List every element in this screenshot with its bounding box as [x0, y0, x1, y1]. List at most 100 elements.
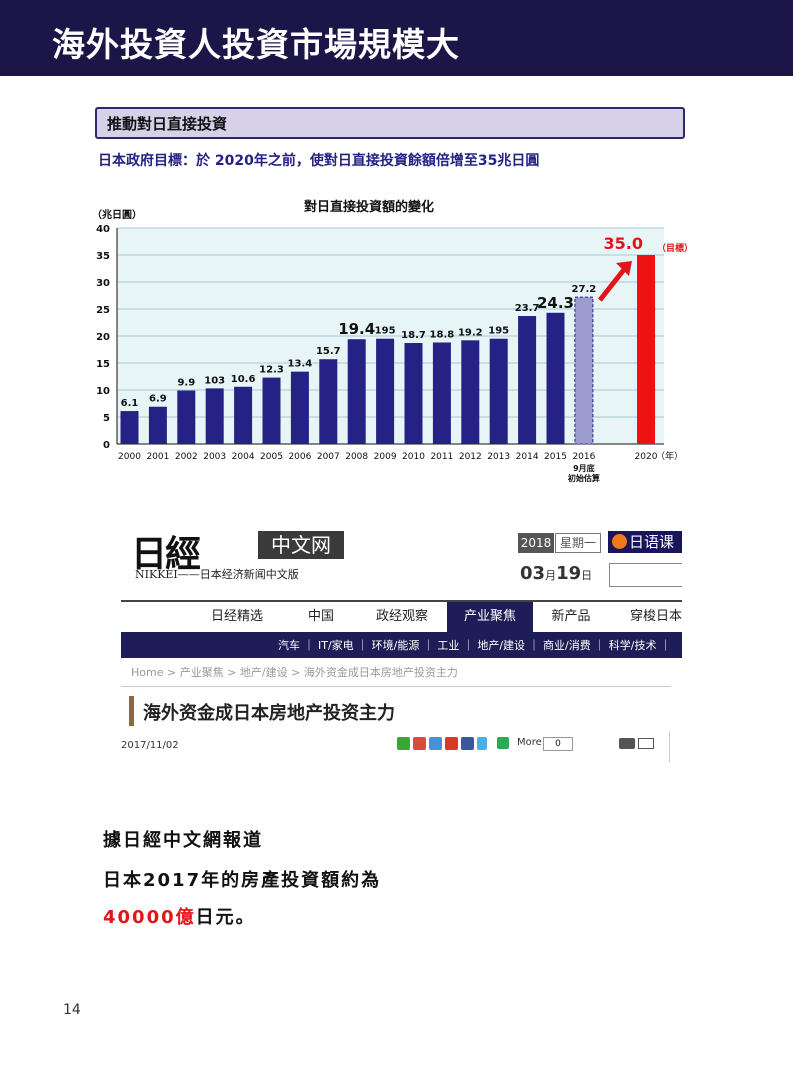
- x-tick-label: 2003: [203, 452, 226, 462]
- investment-amount: 40000億: [103, 907, 196, 928]
- x-tick-label: 2002: [175, 452, 198, 462]
- x-tick-label: 2013: [487, 452, 510, 462]
- bar: [148, 406, 167, 444]
- article-date: 2017/11/02: [121, 740, 179, 751]
- sub-nav-items[interactable]: 汽车 ｜ IT/家电 ｜ 环境/能源 ｜ 工业 ｜ 地产/建设 ｜ 商业/消费 …: [278, 637, 671, 653]
- more-label[interactable]: More: [501, 737, 542, 748]
- y-tick-label: 40: [96, 224, 110, 235]
- japanese-lesson-button[interactable]: 日语课: [608, 531, 682, 553]
- estimate-note: 9月底: [573, 463, 595, 473]
- x-tick-label: 2006: [288, 452, 311, 462]
- y-tick-label: 30: [96, 278, 110, 289]
- facebook-icon[interactable]: [461, 737, 474, 750]
- data-label: 195: [375, 326, 396, 337]
- x-tick-label: 2011: [430, 452, 453, 462]
- y-tick-label: 20: [96, 332, 110, 343]
- data-label: 6.1: [121, 398, 139, 409]
- body-line-3: 40000億日元。: [103, 903, 256, 929]
- nikkei-logo-box[interactable]: 中文网: [258, 531, 344, 559]
- x-tick-label: 2009: [374, 452, 397, 462]
- currency-text: 日元。: [195, 907, 256, 928]
- data-label: 18.7: [401, 330, 426, 341]
- y-tick-label: 5: [103, 413, 110, 424]
- bar: [234, 386, 253, 444]
- bar: [376, 338, 395, 444]
- x-tick-label: 2016: [572, 452, 595, 462]
- date-day-unit: 日: [581, 569, 593, 582]
- data-label: 6.9: [149, 394, 167, 405]
- page-title: 海外投資人投資市場規模大: [52, 25, 460, 64]
- data-label: 12.3: [259, 365, 284, 376]
- twitter-icon[interactable]: [477, 737, 487, 750]
- divider: [121, 686, 671, 687]
- data-label: 24.3: [537, 294, 574, 312]
- data-label: 9.9: [177, 378, 195, 389]
- vertical-divider: [669, 731, 670, 762]
- current-date: 03月19日: [520, 563, 592, 584]
- nikkei-subtitle: NIKKEI——日本经济新闻中文版: [135, 568, 299, 581]
- bar: [262, 377, 281, 444]
- nav-item-selected[interactable]: 日经精选: [206, 602, 268, 632]
- x-tick-label: 2007: [317, 452, 340, 462]
- year-badge: 2018: [518, 533, 554, 553]
- lesson-icon: [612, 534, 627, 549]
- article-title: 海外资金成日本房地产投资主力: [143, 703, 395, 724]
- x-tick-label: 2008: [345, 452, 368, 462]
- x-tick-label: 2014: [516, 452, 539, 462]
- data-label: 103: [204, 375, 225, 386]
- bar: [518, 316, 537, 444]
- weibo-icon[interactable]: [413, 737, 426, 750]
- x-tick-label: 2000: [118, 452, 141, 462]
- data-label: 18.8: [430, 329, 455, 340]
- page-header: 海外投資人投資市場規模大: [0, 0, 793, 76]
- bar: [546, 312, 565, 444]
- more-text: More: [517, 737, 542, 748]
- body-line-1: 據日經中文網報道: [103, 830, 263, 851]
- x-tick-label: 2020: [635, 452, 658, 462]
- wechat-icon[interactable]: [397, 737, 410, 750]
- nav-item-industry[interactable]: 产业聚焦: [447, 602, 533, 632]
- y-tick-label: 25: [96, 305, 110, 316]
- date-month: 03: [520, 563, 546, 584]
- bar: [574, 296, 594, 445]
- date-month-unit: 月: [545, 569, 557, 582]
- qzone-icon[interactable]: [429, 737, 442, 750]
- mail-icon[interactable]: [638, 738, 654, 749]
- data-label: 10.6: [231, 374, 256, 385]
- bar: [461, 340, 480, 444]
- search-input[interactable]: [609, 563, 682, 587]
- y-tick-label: 0: [103, 440, 110, 451]
- x-tick-label: 2004: [232, 452, 255, 462]
- print-icon[interactable]: [619, 738, 635, 749]
- page-number: 14: [63, 1002, 81, 1018]
- y-tick-label: 15: [96, 359, 110, 370]
- data-label: 27.2: [572, 284, 597, 295]
- x-axis-unit: （年）: [656, 450, 683, 462]
- y-tick-label: 35: [96, 251, 110, 262]
- nav-item-china[interactable]: 中国: [296, 602, 346, 632]
- nav-item-japan[interactable]: 穿梭日本: [621, 602, 682, 632]
- weekday-badge: 星期一: [555, 533, 601, 553]
- x-tick-label: 2012: [459, 452, 482, 462]
- breadcrumb[interactable]: Home > 产业聚焦 > 地产/建设 > 海外资金成日本房地产投资主力: [131, 664, 458, 680]
- google-plus-icon[interactable]: [445, 737, 458, 750]
- y-tick-label: 10: [96, 386, 110, 397]
- nav-item-politics[interactable]: 政经观察: [369, 602, 435, 632]
- bar: [120, 411, 139, 444]
- body-line-2: 日本2017年的房產投資額約為: [103, 870, 382, 891]
- bar: [347, 339, 366, 444]
- share-count: 0: [543, 737, 573, 751]
- japanese-lesson-label: 日语课: [629, 533, 675, 551]
- x-tick-label: 2005: [260, 452, 283, 462]
- main-nav: 日经精选 中国 政经观察 产业聚焦 新产品 穿梭日本: [121, 602, 682, 632]
- x-tick-label: 2001: [146, 452, 169, 462]
- bar: [205, 388, 224, 444]
- nav-item-new-products[interactable]: 新产品: [541, 602, 601, 632]
- data-label: 15.7: [316, 346, 341, 357]
- bar-chart: 0 5 10 15 20 25 30 35 40 6.1 2000 6.9 2001 9.9 2002 103…: [96, 224, 693, 483]
- data-label: 35.0: [604, 234, 643, 253]
- title-accent: [129, 696, 134, 726]
- date-day: 19: [556, 563, 582, 584]
- bar: [489, 338, 508, 444]
- data-label: 23.7: [515, 303, 540, 314]
